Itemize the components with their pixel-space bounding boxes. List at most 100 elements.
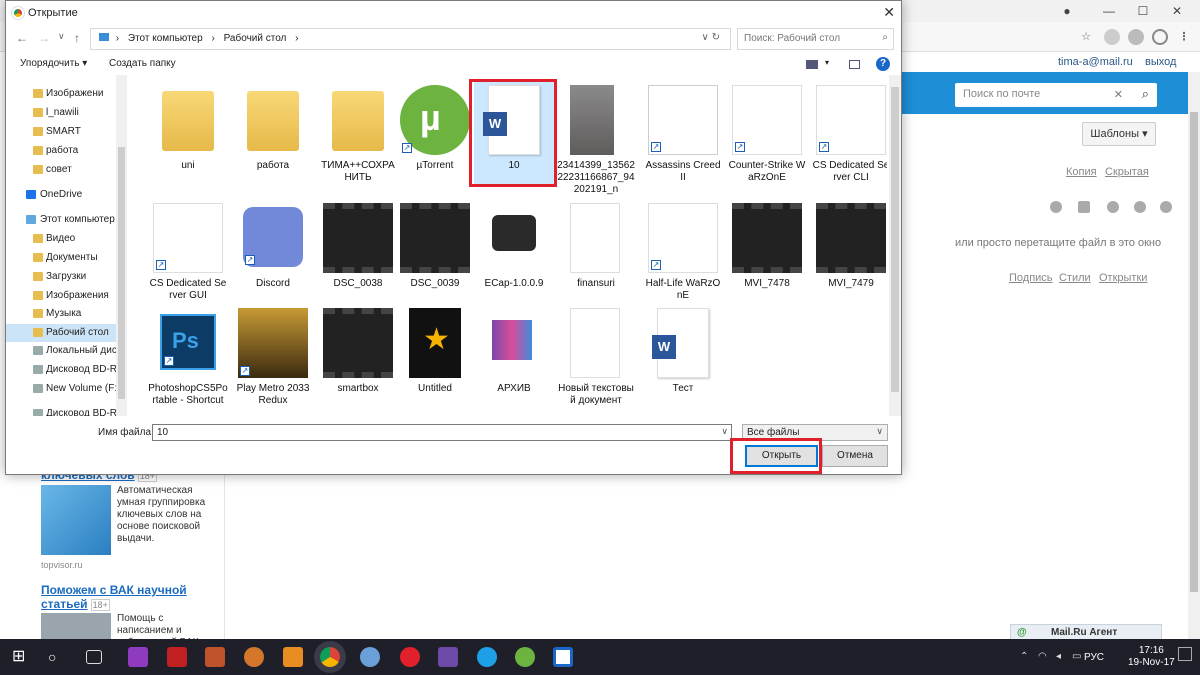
dialog-titlebar[interactable]: Открытие ✕ [6,1,901,25]
tree-item[interactable]: New Volume (F:) [6,380,126,398]
tree-scrollbar-thumb[interactable] [118,147,125,399]
file-item[interactable]: ★ Untitled [395,302,475,407]
cancel-button[interactable]: Отмена [822,445,888,467]
tree-item[interactable]: Локальный дис [6,342,126,360]
path-breadcrumb[interactable]: › Этот компьютер › Рабочий стол › ∨ ↻ [90,28,731,50]
tree-item[interactable]: Изображения [6,287,126,305]
chevron-right-icon[interactable]: › [295,33,298,44]
templates-button[interactable]: Шаблоны ▾ [1082,122,1156,146]
account-icon[interactable]: ● [1052,2,1082,20]
file-item[interactable]: работа [233,79,313,184]
tray-wifi-icon[interactable]: ◠ [1038,651,1047,662]
maximize-button[interactable]: ☐ [1128,2,1158,20]
chevron-down-icon[interactable]: ∨ [721,426,728,437]
file-item[interactable]: uni [148,79,228,184]
file-item[interactable]: ↗ Discord [233,197,313,302]
tree-item[interactable]: Загрузки [6,268,126,286]
bcc-link[interactable]: Скрытая [1105,166,1149,178]
tree-item[interactable]: работа [6,142,126,160]
file-item[interactable]: MVI_7478 [727,197,807,302]
search-icon[interactable]: ⌕ [1142,86,1149,102]
tree-item[interactable]: Музыка [6,305,126,323]
app-tools-icon[interactable] [205,647,225,667]
file-item[interactable]: ТИМА++СОХРАНИТЬ [318,79,398,184]
ad-1-source[interactable]: topvisor.ru [41,560,83,570]
breadcrumb-desktop[interactable]: Рабочий стол [224,33,287,44]
ad-2-image[interactable] [41,613,111,639]
forward-arrow-icon[interactable]: → [38,31,50,45]
mail-search-input[interactable]: Поиск по почте ✕ ⌕ [955,83,1157,107]
filename-input[interactable]: 10 ∨ [152,424,732,441]
view-dropdown-icon[interactable]: ▾ [825,58,829,67]
app-visualstudio-icon[interactable] [128,647,148,667]
extension-icon-2[interactable] [1128,29,1144,45]
file-item[interactable]: ↗ Play Metro 2033 Redux [233,302,313,407]
app-utorrent-icon[interactable] [515,647,535,667]
tree-item[interactable]: Документы [6,249,126,267]
file-item[interactable]: µ ↗ µTorrent [395,79,475,184]
bell-icon[interactable] [1107,201,1119,213]
tree-item[interactable]: Рабочий стол [6,324,126,342]
app-skype-icon[interactable] [477,647,497,667]
copy-link[interactable]: Копия [1066,166,1097,178]
file-item[interactable]: ↗ Counter-Strike WaRzOnE [727,79,807,184]
tree-item[interactable]: Дисковод BD-RO [6,361,126,379]
app-window-icon[interactable] [553,647,573,667]
notify-icon[interactable] [1134,201,1146,213]
chevron-right-icon[interactable]: › [211,33,214,44]
file-item[interactable]: 23414399_1356222231166867_94202191_n [556,79,636,195]
tree-item[interactable]: l_nawili [6,104,126,122]
ad-2-title[interactable]: Поможем с ВАК научной статьей 18+ [41,583,191,611]
envelope-icon[interactable] [1078,201,1090,213]
file-item[interactable]: ECap-1.0.0.9 [474,197,554,302]
minimize-button[interactable]: — [1094,2,1124,20]
file-item[interactable]: АРХИВ [474,302,554,407]
up-arrow-icon[interactable]: ↑ [74,31,80,45]
settings-icon[interactable] [1152,29,1168,45]
tree-item[interactable]: Видео [6,230,126,248]
file-item[interactable]: DSC_0039 [395,197,475,302]
file-item[interactable]: ↗ Half-Life WaRzOnE [643,197,723,302]
breadcrumb-this-pc[interactable]: Этот компьютер [128,33,203,44]
app-chrome-icon[interactable] [320,647,340,667]
app-opera-icon[interactable] [400,647,420,667]
file-item[interactable]: MVI_7479 [811,197,887,302]
tray-network-icon[interactable]: ⌃ [1020,651,1028,662]
ad-1-image[interactable] [41,485,111,555]
recent-chevron-icon[interactable]: ∨ [58,31,65,42]
search-icon[interactable]: ⌕ [882,32,888,43]
search-icon[interactable]: ○ [48,647,68,667]
app-files-icon[interactable] [283,647,303,667]
menu-icon[interactable]: ⋮ [1176,29,1192,45]
preview-pane-icon[interactable] [849,60,860,69]
styles-link[interactable]: Стили [1059,272,1091,284]
clock[interactable]: 17:16 19-Nov-17 [1128,645,1175,669]
page-scrollbar-thumb[interactable] [1190,112,1198,592]
task-view-icon[interactable] [86,650,102,664]
file-item[interactable]: Ps ↗ PhotoshopCS5Portable - Shortcut [148,302,228,407]
postcards-link[interactable]: Открытки [1099,272,1147,284]
star-icon[interactable]: ☆ [1078,29,1094,45]
signature-link[interactable]: Подпись [1009,272,1053,284]
new-folder-button[interactable]: Создать папку [109,58,176,69]
tree-item[interactable]: Дисковод BD-RO [6,405,126,416]
tree-scrollbar[interactable] [116,75,127,416]
file-item[interactable]: ↗ CS Dedicated Server GUI [148,197,228,302]
app-paint-icon[interactable] [360,647,380,667]
tree-item[interactable]: OneDrive [6,186,126,204]
files-scrollbar[interactable] [889,75,901,416]
app-winrar-icon[interactable] [438,647,458,667]
dialog-close-button[interactable]: ✕ [883,4,895,21]
tree-item[interactable]: Изображени [6,85,126,103]
windows-start-icon[interactable]: ⊞ [12,647,32,667]
file-item[interactable]: finansuri [556,197,636,302]
help-icon[interactable]: ? [876,57,890,71]
user-email[interactable]: tima-a@mail.ru [1058,56,1133,68]
chevron-down-icon[interactable]: ∨ [876,426,883,437]
important-icon[interactable] [1050,201,1062,213]
back-arrow-icon[interactable]: ← [16,31,28,45]
notifications-icon[interactable] [1178,647,1192,661]
language-indicator[interactable]: РУС [1084,652,1104,663]
app-browser-icon[interactable] [244,647,264,667]
file-item[interactable]: Новый текстовый документ [556,302,636,407]
